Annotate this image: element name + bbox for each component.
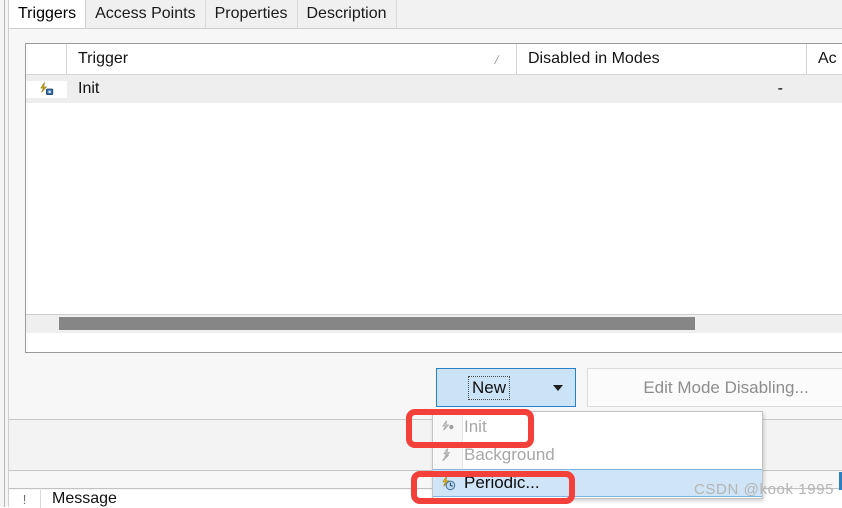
new-button-label-wrap: New: [437, 369, 541, 406]
chevron-down-icon[interactable]: [541, 384, 575, 391]
column-header-trigger[interactable]: Trigger /: [67, 44, 517, 74]
table-row[interactable]: Init -: [26, 75, 842, 103]
edit-mode-disabling-button[interactable]: Edit Mode Disabling...: [587, 368, 842, 407]
menu-item-periodic-label: Periodic...: [464, 473, 540, 492]
horizontal-scrollbar[interactable]: [26, 314, 842, 333]
column-header-access-label: Ac: [818, 50, 837, 67]
table-header-gutter: [26, 44, 67, 74]
column-header-access[interactable]: Ac: [807, 44, 842, 74]
message-column-header[interactable]: Message: [41, 490, 117, 508]
menu-item-background[interactable]: Background: [433, 441, 762, 469]
menu-item-init[interactable]: Init: [433, 413, 762, 441]
column-header-disabled-in-modes[interactable]: Disabled in Modes: [517, 44, 807, 74]
sort-indicator-icon: /: [492, 53, 500, 67]
table-body: Init -: [26, 75, 842, 333]
background-trigger-icon: [433, 447, 464, 464]
tab-bar: Triggers Access Points Properties Descri…: [9, 0, 842, 29]
init-trigger-icon: [26, 80, 67, 98]
edit-mode-disabling-label: Edit Mode Disabling...: [643, 377, 809, 397]
chevron-down-glyph: [553, 384, 563, 391]
message-severity-icon: !: [9, 490, 41, 508]
table-header-row: Trigger / Disabled in Modes Ac: [26, 44, 842, 75]
tab-description-label: Description: [306, 5, 387, 22]
table-cell-trigger: Init: [78, 80, 100, 97]
horizontal-scrollbar-thumb[interactable]: [59, 317, 695, 330]
table-cell-disabled-in-modes: -: [777, 80, 783, 97]
periodic-trigger-icon: [433, 475, 464, 492]
new-button[interactable]: New: [436, 368, 576, 407]
init-trigger-icon: [433, 419, 464, 436]
tab-description[interactable]: Description: [297, 0, 397, 28]
window-left-edge: [0, 0, 9, 507]
tab-triggers[interactable]: Triggers: [9, 0, 87, 28]
new-button-label: New: [467, 375, 510, 400]
column-header-trigger-label: Trigger: [78, 50, 129, 67]
tab-properties[interactable]: Properties: [205, 0, 298, 28]
tab-properties-label: Properties: [214, 5, 288, 22]
menu-item-background-label: Background: [464, 445, 555, 464]
window-edge-divider: [4, 0, 5, 507]
triggers-table: Trigger / Disabled in Modes Ac Init -: [25, 43, 842, 353]
tab-triggers-label: Triggers: [18, 5, 77, 22]
button-row: New Edit Mode Disabling...: [9, 367, 842, 411]
column-header-disabled-in-modes-label: Disabled in Modes: [528, 50, 660, 67]
watermark: CSDN @kook 1995: [694, 481, 835, 498]
triggers-page: Trigger / Disabled in Modes Ac Init - Ne…: [9, 29, 842, 419]
menu-item-init-label: Init: [464, 417, 487, 436]
tab-access-points[interactable]: Access Points: [86, 0, 206, 28]
tab-access-points-label: Access Points: [95, 5, 196, 22]
